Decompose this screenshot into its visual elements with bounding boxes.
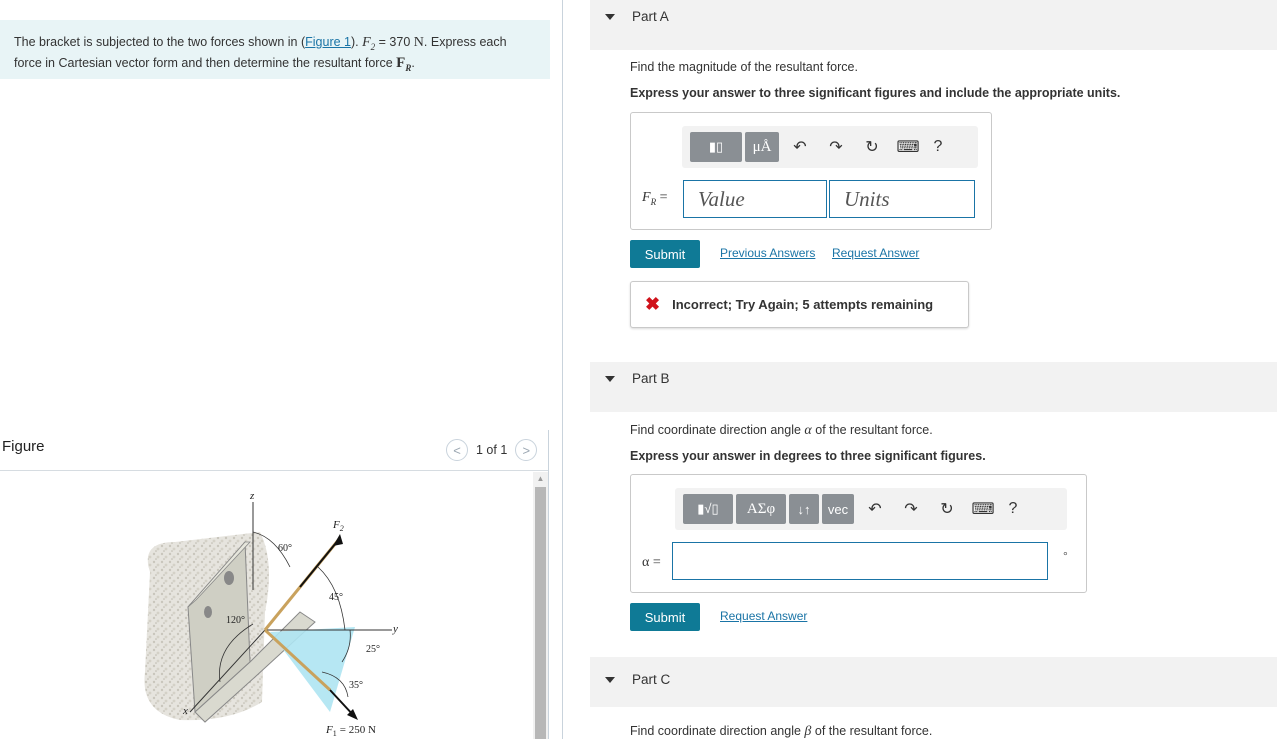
part-b-request-answer-link[interactable]: Request Answer bbox=[720, 609, 807, 623]
feedback-message: Incorrect; Try Again; 5 attempts remaini… bbox=[672, 297, 934, 312]
subscript-button[interactable]: ↓↑ bbox=[789, 494, 819, 524]
redo-icon[interactable]: ↷ bbox=[818, 132, 854, 162]
part-b-toolbar: ▮√▯ ΑΣφ ↓↑ vec ↶ ↷ ↻ ⌨ ? bbox=[675, 488, 1067, 530]
vec-icon: vec bbox=[827, 501, 849, 517]
label-120: 120° bbox=[226, 615, 245, 626]
undo-icon[interactable]: ↶ bbox=[857, 494, 893, 524]
value-input[interactable]: Value bbox=[683, 180, 827, 218]
figure-title: Figure bbox=[2, 438, 45, 455]
chevron-right-icon: > bbox=[522, 442, 531, 458]
problem-text-1: The bracket is subjected to the two forc… bbox=[14, 35, 306, 49]
f2-symbol: F2 bbox=[362, 35, 376, 52]
alpha-input[interactable] bbox=[672, 542, 1048, 580]
part-b-submit-button[interactable]: Submit bbox=[630, 603, 700, 631]
figure-nav: < 1 of 1 > bbox=[446, 439, 538, 461]
figure-divider bbox=[0, 470, 548, 471]
part-b-label: Part B bbox=[632, 371, 670, 386]
label-60: 60° bbox=[278, 543, 292, 554]
part-a-answer-box: ▮▯ μÅ ↶ ↷ ↻ ⌨ ? FR = Value Units bbox=[630, 112, 992, 230]
part-a-label: Part A bbox=[632, 9, 669, 24]
chevron-left-icon: < bbox=[453, 442, 461, 458]
problem-text-4: force in Cartesian vector form and then … bbox=[14, 55, 393, 70]
greek-button[interactable]: ΑΣφ bbox=[736, 494, 786, 524]
units-icon: μÅ bbox=[752, 138, 772, 155]
problem-statement: The bracket is subjected to the two forc… bbox=[0, 20, 550, 79]
degree-unit: ° bbox=[1063, 549, 1068, 563]
part-b-header[interactable]: Part B bbox=[590, 362, 1277, 412]
label-z: z bbox=[249, 490, 255, 502]
sqrt-icon: ▮√▯ bbox=[697, 501, 719, 516]
part-b-instruction: Express your answer in degrees to three … bbox=[630, 449, 986, 463]
prev-figure-button[interactable]: < bbox=[446, 439, 468, 461]
figure-count: 1 of 1 bbox=[476, 443, 508, 457]
help-icon[interactable]: ? bbox=[926, 132, 950, 162]
undo-icon[interactable]: ↶ bbox=[782, 132, 818, 162]
part-c-prompt: Find coordinate direction angle β of the… bbox=[630, 724, 933, 739]
problem-text-3: . Express each bbox=[423, 35, 507, 49]
separator bbox=[548, 430, 549, 739]
reset-icon[interactable]: ↻ bbox=[854, 132, 890, 162]
f2-unit: N bbox=[413, 35, 424, 50]
previous-answers-link[interactable]: Previous Answers bbox=[720, 246, 815, 260]
bolt-hole-top bbox=[224, 571, 234, 585]
part-b-prompt: Find coordinate direction angle α of the… bbox=[630, 423, 933, 438]
keyboard-icon[interactable]: ⌨ bbox=[965, 494, 1001, 524]
collapse-triangle-icon bbox=[605, 677, 615, 683]
next-figure-button[interactable]: > bbox=[515, 439, 538, 461]
part-a-instruction: Express your answer to three significant… bbox=[630, 86, 1121, 100]
label-f1: F1 = 250 N bbox=[325, 724, 376, 738]
part-a-submit-button[interactable]: Submit bbox=[630, 240, 700, 268]
force-plane bbox=[270, 627, 355, 712]
feedback-box: ✖ Incorrect; Try Again; 5 attempts remai… bbox=[630, 281, 969, 328]
fr-symbol: FR bbox=[396, 54, 412, 73]
problem-period: . bbox=[411, 55, 415, 70]
part-a-header[interactable]: Part A bbox=[590, 0, 1277, 50]
units-button[interactable]: μÅ bbox=[745, 132, 779, 162]
fr-label: FR = bbox=[642, 190, 668, 207]
arrows-icon: ↓↑ bbox=[797, 501, 811, 517]
label-f2: F2 bbox=[332, 519, 344, 533]
figure-image: z F2 60° 45° 120° y 25° 35° x F1 = 250 N bbox=[0, 472, 533, 739]
left-panel: The bracket is subjected to the two forc… bbox=[0, 0, 563, 739]
part-a-prompt: Find the magnitude of the resultant forc… bbox=[630, 60, 858, 74]
redo-icon[interactable]: ↷ bbox=[893, 494, 929, 524]
label-x: x bbox=[182, 705, 188, 717]
reset-icon[interactable]: ↻ bbox=[929, 494, 965, 524]
label-35: 35° bbox=[349, 680, 363, 691]
figure-scrollbar[interactable]: ▲ bbox=[533, 472, 548, 739]
part-a-toolbar: ▮▯ μÅ ↶ ↷ ↻ ⌨ ? bbox=[682, 126, 978, 168]
scroll-thumb[interactable] bbox=[535, 487, 546, 739]
part-b-answer-box: ▮√▯ ΑΣφ ↓↑ vec ↶ ↷ ↻ ⌨ ? α = ° bbox=[630, 474, 1087, 593]
templates-button[interactable]: ▮▯ bbox=[690, 132, 742, 162]
collapse-triangle-icon bbox=[605, 376, 615, 382]
label-45: 45° bbox=[329, 592, 343, 603]
math-templates-button[interactable]: ▮√▯ bbox=[683, 494, 733, 524]
part-c-label: Part C bbox=[632, 672, 671, 687]
bolt-hole-bottom bbox=[204, 606, 212, 618]
keyboard-icon[interactable]: ⌨ bbox=[890, 132, 926, 162]
scroll-up-icon[interactable]: ▲ bbox=[533, 472, 548, 486]
collapse-triangle-icon bbox=[605, 14, 615, 20]
problem-text-2: ). bbox=[350, 35, 359, 49]
greek-icon: ΑΣφ bbox=[746, 500, 776, 517]
vec-button[interactable]: vec bbox=[822, 494, 854, 524]
part-c-header[interactable]: Part C bbox=[590, 657, 1277, 707]
label-25: 25° bbox=[366, 644, 380, 655]
figure-link[interactable]: Figure 1 bbox=[305, 35, 351, 49]
error-x-icon: ✖ bbox=[645, 294, 661, 314]
part-a-request-answer-link[interactable]: Request Answer bbox=[832, 246, 919, 260]
label-y: y bbox=[392, 623, 398, 635]
f2-value: = 370 bbox=[378, 35, 411, 49]
templates-icon: ▮▯ bbox=[708, 139, 724, 154]
units-input[interactable]: Units bbox=[829, 180, 975, 218]
f2-arrowhead bbox=[333, 534, 343, 546]
alpha-label: α = bbox=[642, 555, 661, 570]
help-icon[interactable]: ? bbox=[1001, 494, 1025, 524]
bracket-diagram: z F2 60° 45° 120° y 25° 35° x F1 = 250 N bbox=[144, 490, 398, 738]
right-panel: Part A Find the magnitude of the resulta… bbox=[564, 0, 1277, 739]
